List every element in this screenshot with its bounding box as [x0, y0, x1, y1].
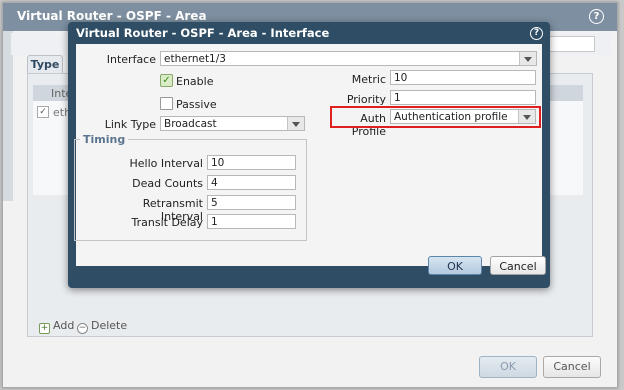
transit-delay-value: 1 — [211, 216, 218, 228]
add-label: Add — [53, 319, 75, 332]
delete-label: Delete — [91, 319, 128, 332]
auth-profile-highlight — [330, 106, 541, 128]
interface-value: ethernet1/3 — [164, 53, 226, 65]
help-icon[interactable]: ? — [530, 27, 543, 40]
dead-counts-input[interactable]: 4 — [207, 175, 296, 190]
outer-dialog-title: Virtual Router - OSPF - Area — [17, 9, 207, 23]
outer-ok-button[interactable]: OK — [479, 356, 537, 378]
tab-type[interactable]: Type — [27, 55, 63, 74]
dead-counts-label: Dead Counts — [132, 177, 203, 190]
metric-value: 10 — [394, 72, 408, 84]
add-button[interactable]: + Add — [39, 319, 74, 334]
enable-label: Enable — [176, 75, 214, 88]
retransmit-interval-input[interactable]: 5 — [207, 195, 296, 210]
link-type-value: Broadcast — [164, 118, 217, 130]
dead-counts-value: 4 — [211, 177, 218, 189]
link-type-label: Link Type — [104, 118, 156, 131]
hello-interval-value: 10 — [211, 157, 225, 169]
outer-help-icon[interactable]: ? — [589, 9, 604, 24]
link-type-select[interactable]: Broadcast — [160, 116, 305, 131]
ok-button[interactable]: OK — [428, 256, 482, 275]
chevron-down-icon[interactable] — [287, 117, 304, 130]
transit-delay-input[interactable]: 1 — [207, 214, 296, 229]
hello-interval-label: Hello Interval — [129, 157, 203, 170]
interface-label: Interface — [106, 53, 156, 66]
retransmit-interval-value: 5 — [211, 197, 218, 209]
enable-checkbox[interactable]: ✓ — [160, 74, 173, 87]
priority-label: Priority — [346, 93, 386, 106]
metric-label: Metric — [351, 73, 386, 86]
cancel-button[interactable]: Cancel — [490, 256, 546, 275]
outer-side-rail — [3, 31, 13, 201]
priority-input[interactable]: 1 — [390, 90, 536, 105]
passive-label: Passive — [176, 98, 217, 111]
minus-circle-icon: − — [77, 323, 88, 334]
hello-interval-input[interactable]: 10 — [207, 155, 296, 170]
outer-cancel-button[interactable]: Cancel — [543, 356, 601, 378]
metric-input[interactable]: 10 — [390, 70, 536, 85]
plus-icon: + — [39, 323, 50, 334]
row-checkbox[interactable]: ✓ — [37, 106, 49, 118]
dialog-title: Virtual Router - OSPF - Area - Interface — [76, 26, 330, 40]
priority-value: 1 — [394, 92, 401, 104]
transit-delay-label: Transit Delay — [131, 216, 203, 229]
passive-checkbox[interactable] — [160, 97, 173, 110]
timing-legend: Timing — [80, 133, 129, 146]
delete-button[interactable]: − Delete — [77, 319, 127, 334]
interface-select[interactable]: ethernet1/3 — [160, 51, 537, 66]
chevron-down-icon[interactable] — [519, 52, 536, 65]
